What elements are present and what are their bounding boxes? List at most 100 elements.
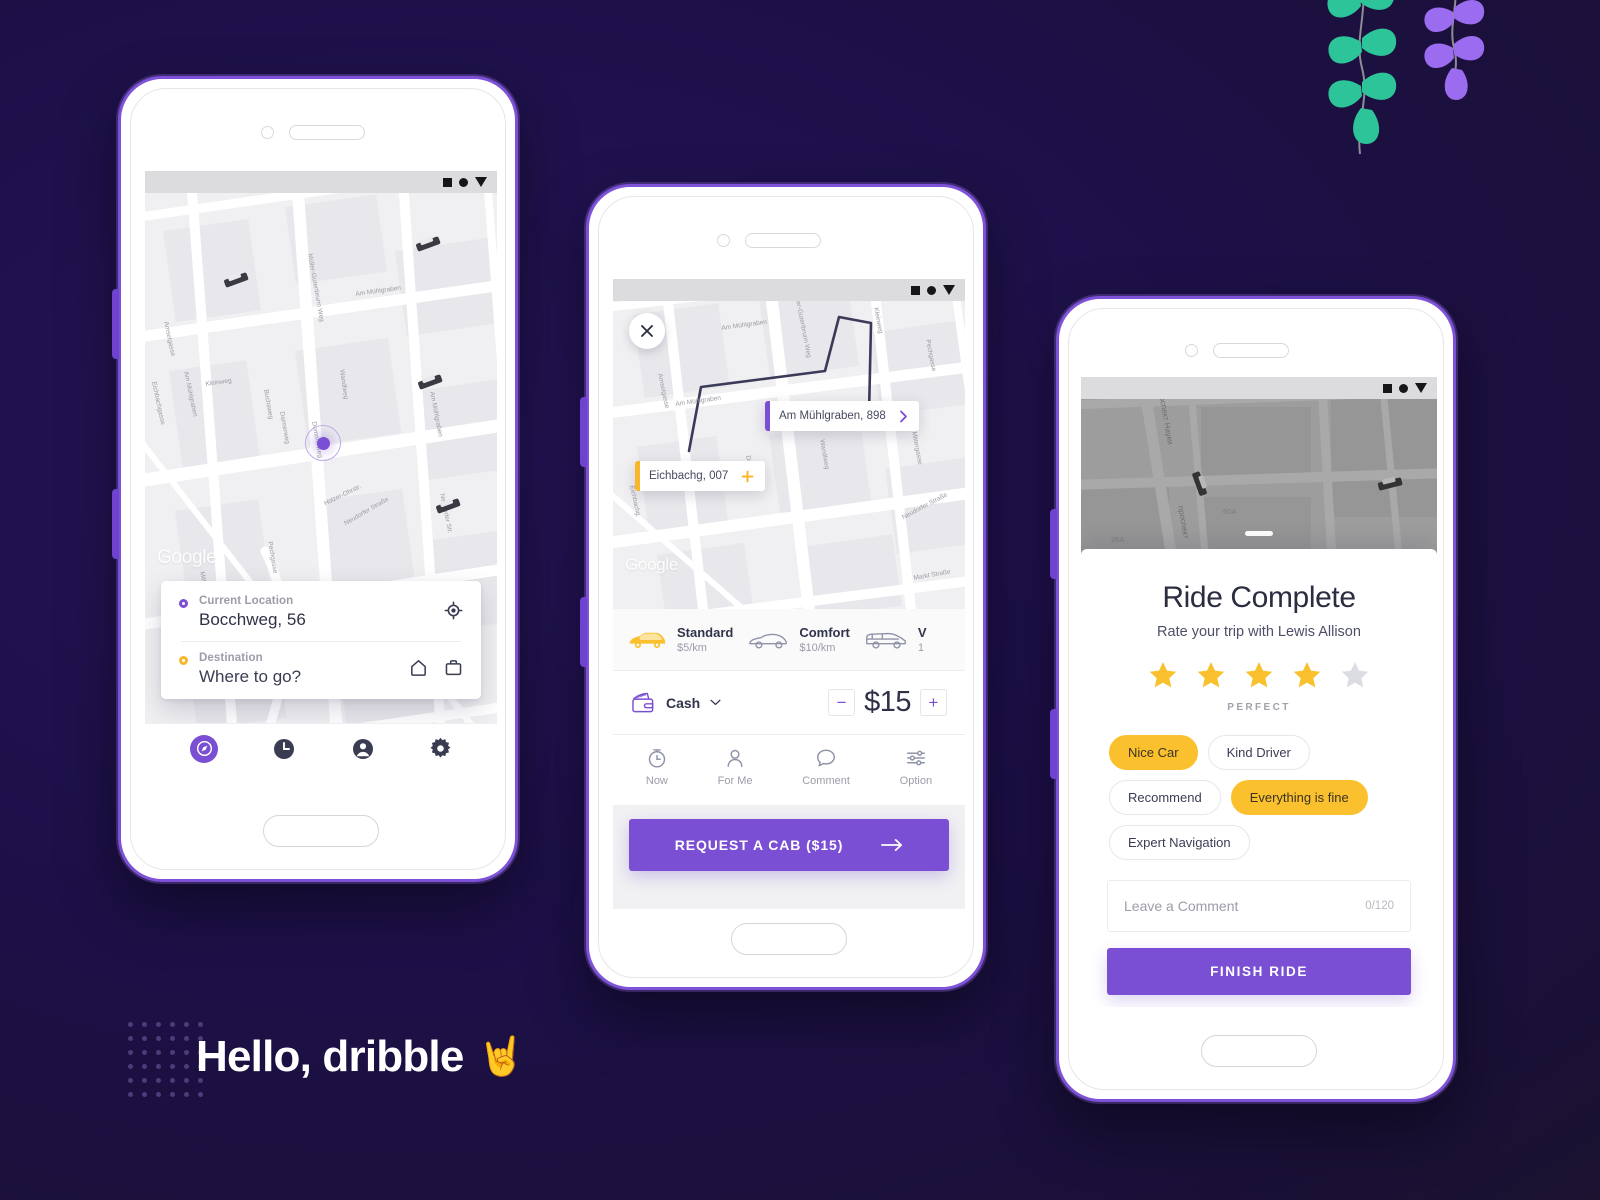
feedback-chip[interactable]: Nice Car (1109, 735, 1198, 770)
request-cab-label: REQUEST A CAB ($15) (674, 837, 844, 853)
star-filled-icon[interactable] (1292, 660, 1322, 690)
grid-dot (128, 1050, 133, 1055)
comment-input[interactable]: Leave a Comment 0/120 (1107, 880, 1411, 932)
grid-dot (170, 1078, 175, 1083)
payment-method-selector[interactable]: Cash (631, 691, 721, 714)
van-icon (865, 632, 906, 649)
card-divider (181, 641, 461, 642)
front-camera-icon (717, 234, 730, 247)
phone-2-frame: Am Mühlgraben Amselgasse Kleinweg Müller… (580, 184, 986, 990)
origin-pin-card[interactable]: Eichbachg, 007 (635, 461, 766, 491)
square-icon (443, 177, 452, 187)
action-for-me[interactable]: For Me (718, 747, 752, 787)
origin-pin-label: Eichbachg, 007 (649, 470, 729, 482)
feedback-chip[interactable]: Kind Driver (1207, 735, 1310, 770)
rating-stars[interactable] (1107, 660, 1411, 690)
phone-1-frame: Am Mühlgraben Müller-Gutenbrunn Weg Am M… (112, 76, 518, 882)
grid-dot (198, 1092, 203, 1097)
rating-caption: PERFECT (1227, 702, 1291, 713)
feedback-chip[interactable]: Expert Navigation (1109, 825, 1250, 860)
triangle-down-icon (1415, 383, 1427, 393)
grid-dot (184, 1036, 189, 1041)
tab-profile[interactable] (351, 737, 375, 761)
grid-dot (170, 1064, 175, 1069)
grid-dot (156, 1078, 161, 1083)
circle-icon (459, 177, 468, 187)
grid-dot (142, 1078, 147, 1083)
star-filled-icon[interactable] (1244, 660, 1274, 690)
close-button[interactable] (629, 313, 665, 349)
star-filled-icon[interactable] (1196, 660, 1226, 690)
circle-icon (927, 285, 936, 295)
grid-dot (142, 1036, 147, 1041)
request-cab-button[interactable]: REQUEST A CAB ($15) (629, 819, 949, 871)
car-option-van[interactable]: V 1 (864, 625, 927, 654)
car-price: $10/km (799, 642, 836, 654)
chevron-right-icon[interactable] (899, 410, 908, 423)
destination-value: Where to go? (199, 667, 302, 686)
home-button[interactable] (731, 923, 847, 955)
current-location-row[interactable]: Current Location Bocchweg, 56 (179, 595, 463, 630)
destination-pin-card[interactable]: Am Mühlgraben, 898 (765, 401, 919, 431)
earpiece-speaker (745, 233, 821, 248)
action-label: Comment (802, 775, 850, 787)
stopwatch-icon (648, 749, 666, 768)
plus-icon[interactable] (741, 470, 754, 483)
phone2-map[interactable]: Am Mühlgraben Amselgasse Kleinweg Müller… (613, 279, 965, 609)
person-icon (352, 738, 373, 759)
hello-dribble-text: Hello, dribble 🤘 (196, 1032, 525, 1082)
car-name: Standard (677, 625, 734, 640)
car-option-comfort[interactable]: Comfort $10/km (747, 625, 850, 654)
chat-bubble-icon (817, 749, 836, 767)
person-icon (727, 749, 743, 767)
crosshair-icon[interactable] (444, 595, 463, 625)
sedan-icon (749, 633, 788, 648)
wallet-icon (632, 692, 654, 713)
grid-dot (128, 1022, 133, 1027)
action-comment[interactable]: Comment (802, 747, 850, 787)
tab-history[interactable] (272, 737, 296, 761)
current-location-value: Bocchweg, 56 (199, 610, 306, 629)
phone3-map[interactable]: проспект Науки проспект 60A 26A (1081, 377, 1437, 567)
vine-decoration (1304, 0, 1504, 176)
tab-explore[interactable] (190, 734, 219, 763)
page-subtitle: Rate your trip with Lewis Allison (1157, 624, 1361, 640)
tab-settings[interactable] (429, 737, 452, 760)
google-watermark: Google (625, 555, 679, 574)
chevron-down-icon[interactable] (710, 699, 721, 706)
action-label: Option (899, 775, 933, 787)
triangle-down-icon (475, 177, 487, 187)
grid-dot (184, 1050, 189, 1055)
home-button[interactable] (263, 815, 379, 847)
feedback-chip[interactable]: Recommend (1109, 780, 1221, 815)
car-options-row[interactable]: Standard $5/km Comfort $10/km V 1 (613, 609, 965, 671)
google-watermark: Google (157, 547, 217, 568)
grid-dot (142, 1064, 147, 1069)
action-now[interactable]: Now (646, 747, 668, 787)
fare-decrement-button[interactable]: − (828, 689, 856, 716)
home-icon[interactable] (409, 658, 428, 682)
sheet-drag-handle[interactable] (1245, 531, 1273, 536)
hello-label: Hello, dribble (196, 1032, 464, 1081)
phone1-tab-bar (145, 723, 497, 773)
feedback-chip[interactable]: Everything is fine (1230, 780, 1368, 815)
home-button[interactable] (1201, 1035, 1317, 1067)
square-icon (1383, 383, 1392, 393)
phone2-side-button (580, 397, 587, 467)
star-empty-icon[interactable] (1340, 660, 1370, 690)
grid-dot (170, 1050, 175, 1055)
briefcase-icon[interactable] (444, 658, 463, 682)
fare-increment-button[interactable]: + (920, 689, 947, 716)
car-name: V (917, 625, 927, 640)
grid-dot (170, 1092, 175, 1097)
grid-dot (156, 1036, 161, 1041)
grid-dot (198, 1022, 203, 1027)
action-option[interactable]: Option (900, 747, 932, 787)
destination-row[interactable]: Destination Where to go? (179, 652, 463, 687)
earpiece-speaker (289, 125, 365, 140)
phone1-screen: Am Mühlgraben Müller-Gutenbrunn Weg Am M… (145, 171, 497, 773)
car-option-standard[interactable]: Standard $5/km (627, 625, 733, 654)
star-filled-icon[interactable] (1148, 660, 1178, 690)
destination-dot-icon (179, 656, 188, 665)
finish-ride-button[interactable]: FINISH RIDE (1107, 948, 1411, 995)
